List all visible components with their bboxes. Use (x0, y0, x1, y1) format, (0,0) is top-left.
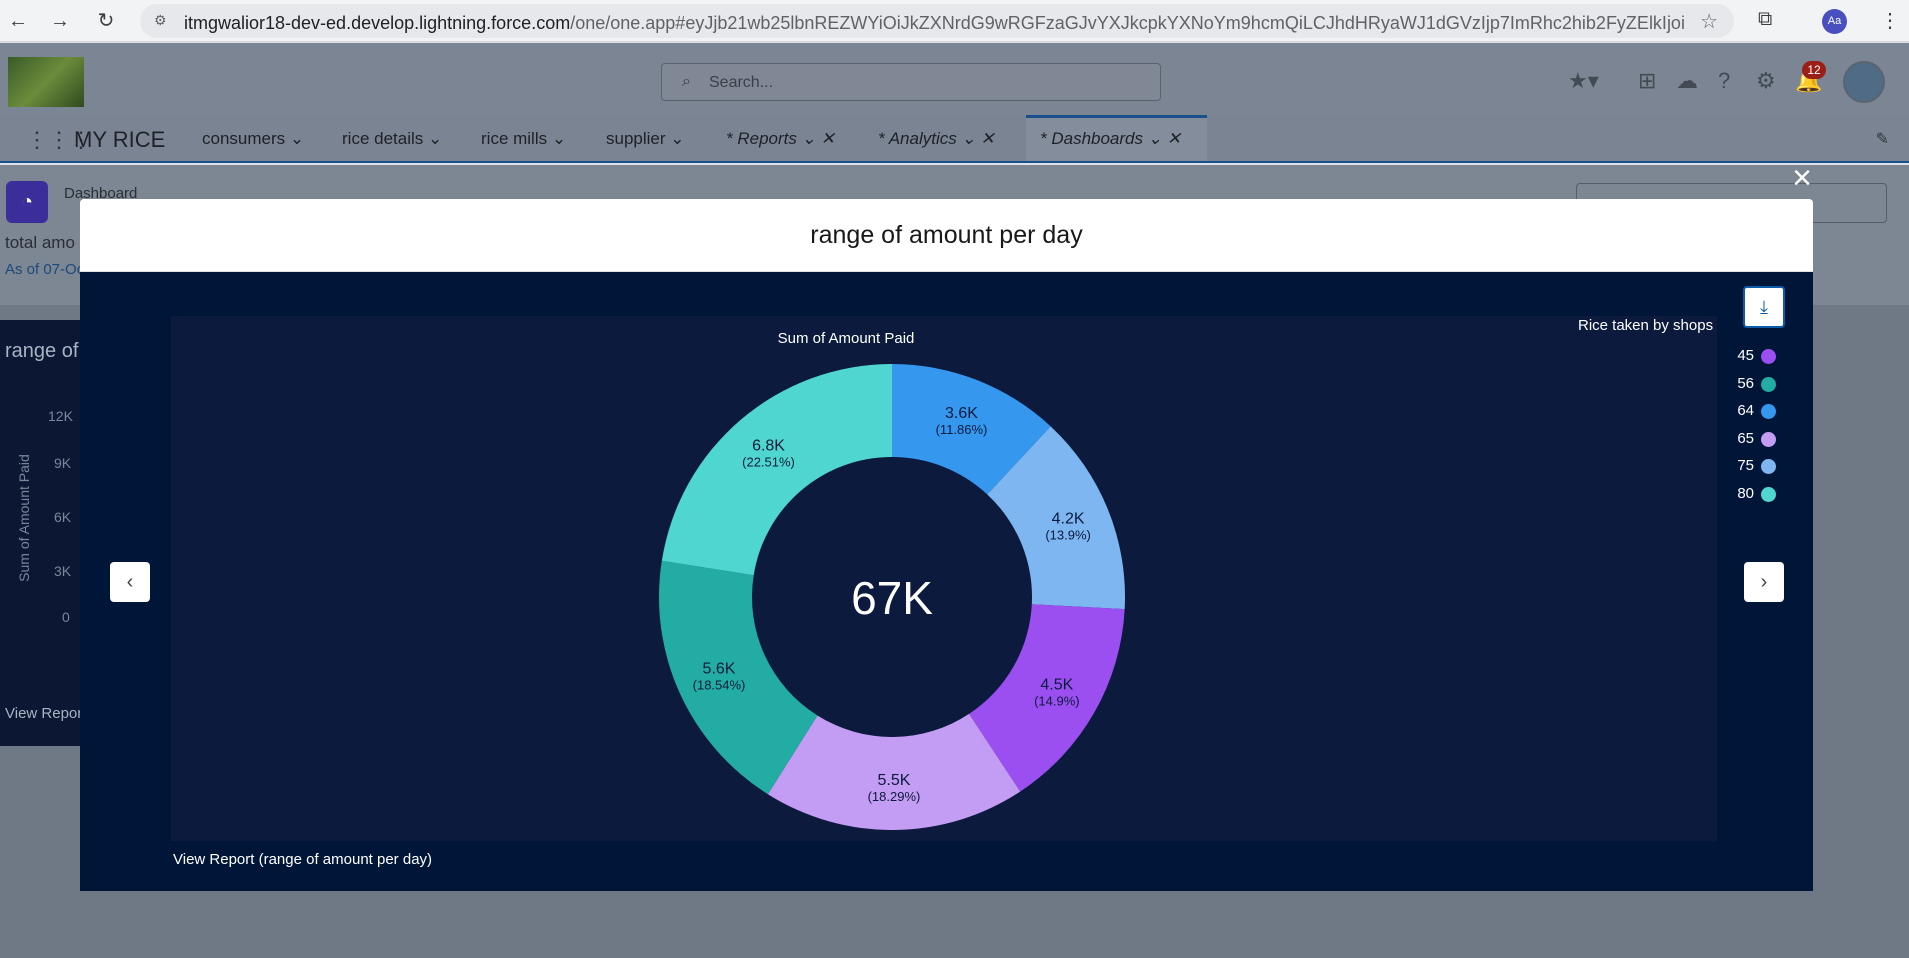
slice-value-label: 4.5K (1040, 676, 1073, 693)
background-tick: 3K (54, 563, 72, 579)
app-nav-bar: ⋮⋮⋮ MY RICE consumers ⌄ rice details ⌄ r… (0, 115, 1909, 163)
slice-value-label: 3.6K (945, 405, 978, 422)
as-of-timestamp: As of 07-Oc (5, 261, 85, 278)
profile-avatar[interactable]: Aa (1822, 9, 1847, 34)
address-bar[interactable]: ⚙ itmgwalior18-dev-ed.develop.lightning.… (140, 4, 1734, 38)
legend-label: 80 (1737, 484, 1754, 502)
background-view-report-link[interactable]: View Repor (5, 705, 82, 722)
forward-arrow-icon[interactable]: → (48, 9, 72, 33)
background-tick: 6K (54, 509, 72, 525)
browser-toolbar: ← → ↻ ⚙ itmgwalior18-dev-ed.develop.ligh… (0, 0, 1909, 42)
slice-percent-label: (18.54%) (693, 678, 746, 693)
legend-color-dot (1761, 404, 1776, 419)
legend-label: 75 (1737, 457, 1754, 474)
slice-percent-label: (14.9%) (1034, 693, 1080, 708)
setup-gear-icon[interactable]: ⚙ (1756, 68, 1776, 94)
legend-item-75[interactable]: 75 (1640, 457, 1790, 479)
site-settings-icon[interactable]: ⚙ (154, 12, 174, 30)
legend-label: 65 (1737, 429, 1754, 447)
legend-item-64[interactable]: 64 (1640, 402, 1790, 424)
slice-percent-label: (18.29%) (868, 789, 921, 804)
nav-item-analytics[interactable]: * Analytics ⌄ ✕ (878, 129, 995, 149)
nav-item-rice-details[interactable]: rice details ⌄ (342, 129, 442, 149)
legend-item-65[interactable]: 65 (1640, 430, 1790, 452)
next-chevron-icon[interactable]: › (1744, 562, 1784, 602)
download-icon[interactable]: ⤓ (1743, 286, 1785, 328)
global-search-input[interactable]: ⌕ Search... (661, 63, 1161, 101)
app-name: MY RICE (74, 127, 166, 152)
favorites-star-icon[interactable]: ★▾ (1568, 68, 1599, 94)
legend-item-56[interactable]: 56 (1640, 375, 1790, 397)
search-placeholder: Search... (709, 74, 774, 91)
kebab-menu-icon[interactable]: ⋮ (1880, 8, 1900, 33)
nav-item-reports[interactable]: * Reports ⌄ ✕ (726, 129, 835, 149)
previous-chevron-icon[interactable]: ‹ (110, 562, 150, 602)
background-card-title: range of (5, 340, 79, 362)
donut-slice-80[interactable] (661, 364, 892, 576)
trailhead-icon[interactable]: ☁ (1676, 68, 1698, 94)
slice-percent-label: (11.86%) (936, 422, 988, 437)
user-avatar[interactable] (1843, 61, 1885, 103)
legend-label: 64 (1737, 402, 1754, 419)
back-arrow-icon[interactable]: ← (6, 9, 30, 33)
search-icon: ⌕ (682, 73, 691, 90)
slice-percent-label: (22.51%) (742, 455, 795, 470)
edit-nav-pencil-icon[interactable]: ✎ (1876, 129, 1889, 149)
modal-title: range of amount per day (810, 221, 1083, 249)
background-tick: 9K (54, 455, 72, 471)
modal-close-icon[interactable]: × (1784, 160, 1820, 196)
reload-icon[interactable]: ↻ (94, 9, 118, 33)
url-text: itmgwalior18-dev-ed.develop.lightning.fo… (184, 13, 1684, 33)
legend-title: Rice taken by shops (1578, 317, 1714, 334)
notification-badge: 12 (1802, 61, 1826, 79)
dashboard-subtitle: total amo (5, 233, 75, 252)
slice-percent-label: (13.9%) (1045, 528, 1091, 543)
nav-item-supplier[interactable]: supplier ⌄ (606, 129, 685, 149)
legend-label: 56 (1737, 374, 1754, 392)
modal-body: Sum of Amount Paid 3.6K (11.86%) 4.2K (13.9… (80, 272, 1813, 891)
nav-item-rice-mills[interactable]: rice mills ⌄ (481, 129, 566, 149)
extensions-icon[interactable]: ⧉ (1758, 8, 1772, 31)
sf-global-header: ⌕ Search... ★▾ ⊞ ☁ ? ⚙ 🔔 12 (0, 43, 1909, 115)
legend-color-dot (1761, 459, 1776, 474)
legend-item-45[interactable]: 45 (1640, 347, 1790, 369)
legend-color-dot (1761, 349, 1776, 364)
nav-item-dashboards[interactable]: * Dashboards ⌄ ✕ (1040, 129, 1181, 149)
background-tick: 12K (48, 408, 73, 424)
help-icon[interactable]: ? (1718, 68, 1730, 94)
nav-item-consumers[interactable]: consumers ⌄ (202, 129, 304, 149)
slice-value-label: 5.5K (878, 772, 911, 789)
legend-item-80[interactable]: 80 (1640, 485, 1790, 507)
legend-label: 45 (1737, 347, 1754, 364)
dashboard-icon: ◔ (6, 181, 48, 223)
legend-color-dot (1761, 431, 1776, 447)
background-tick: 0 (62, 609, 70, 625)
chart-container: Sum of Amount Paid 3.6K (11.86%) 4.2K (13.9… (171, 316, 1717, 841)
org-logo[interactable] (8, 57, 84, 107)
donut-center-total: 67K (851, 572, 933, 624)
slice-value-label: 4.2K (1052, 511, 1085, 528)
background-y-axis-label: Sum of Amount Paid (15, 454, 32, 582)
bookmark-star-icon[interactable]: ☆ (1700, 9, 1718, 34)
legend-color-dot (1761, 486, 1776, 502)
add-icon[interactable]: ⊞ (1638, 68, 1656, 94)
background-chart-card (0, 320, 80, 746)
slice-value-label: 5.6K (703, 661, 736, 678)
donut-chart: 3.6K(11.86%)4.2K(13.9%)4.5K(14.9%)5.5K(1… (659, 364, 1125, 831)
view-report-link[interactable]: View Report (range of amount per day) (173, 851, 432, 868)
slice-value-label: 6.8K (752, 438, 785, 455)
chart-modal: range of amount per day Sum of Amount Pa… (80, 199, 1813, 891)
modal-header: range of amount per day (80, 199, 1813, 272)
legend-color-dot (1761, 376, 1776, 392)
